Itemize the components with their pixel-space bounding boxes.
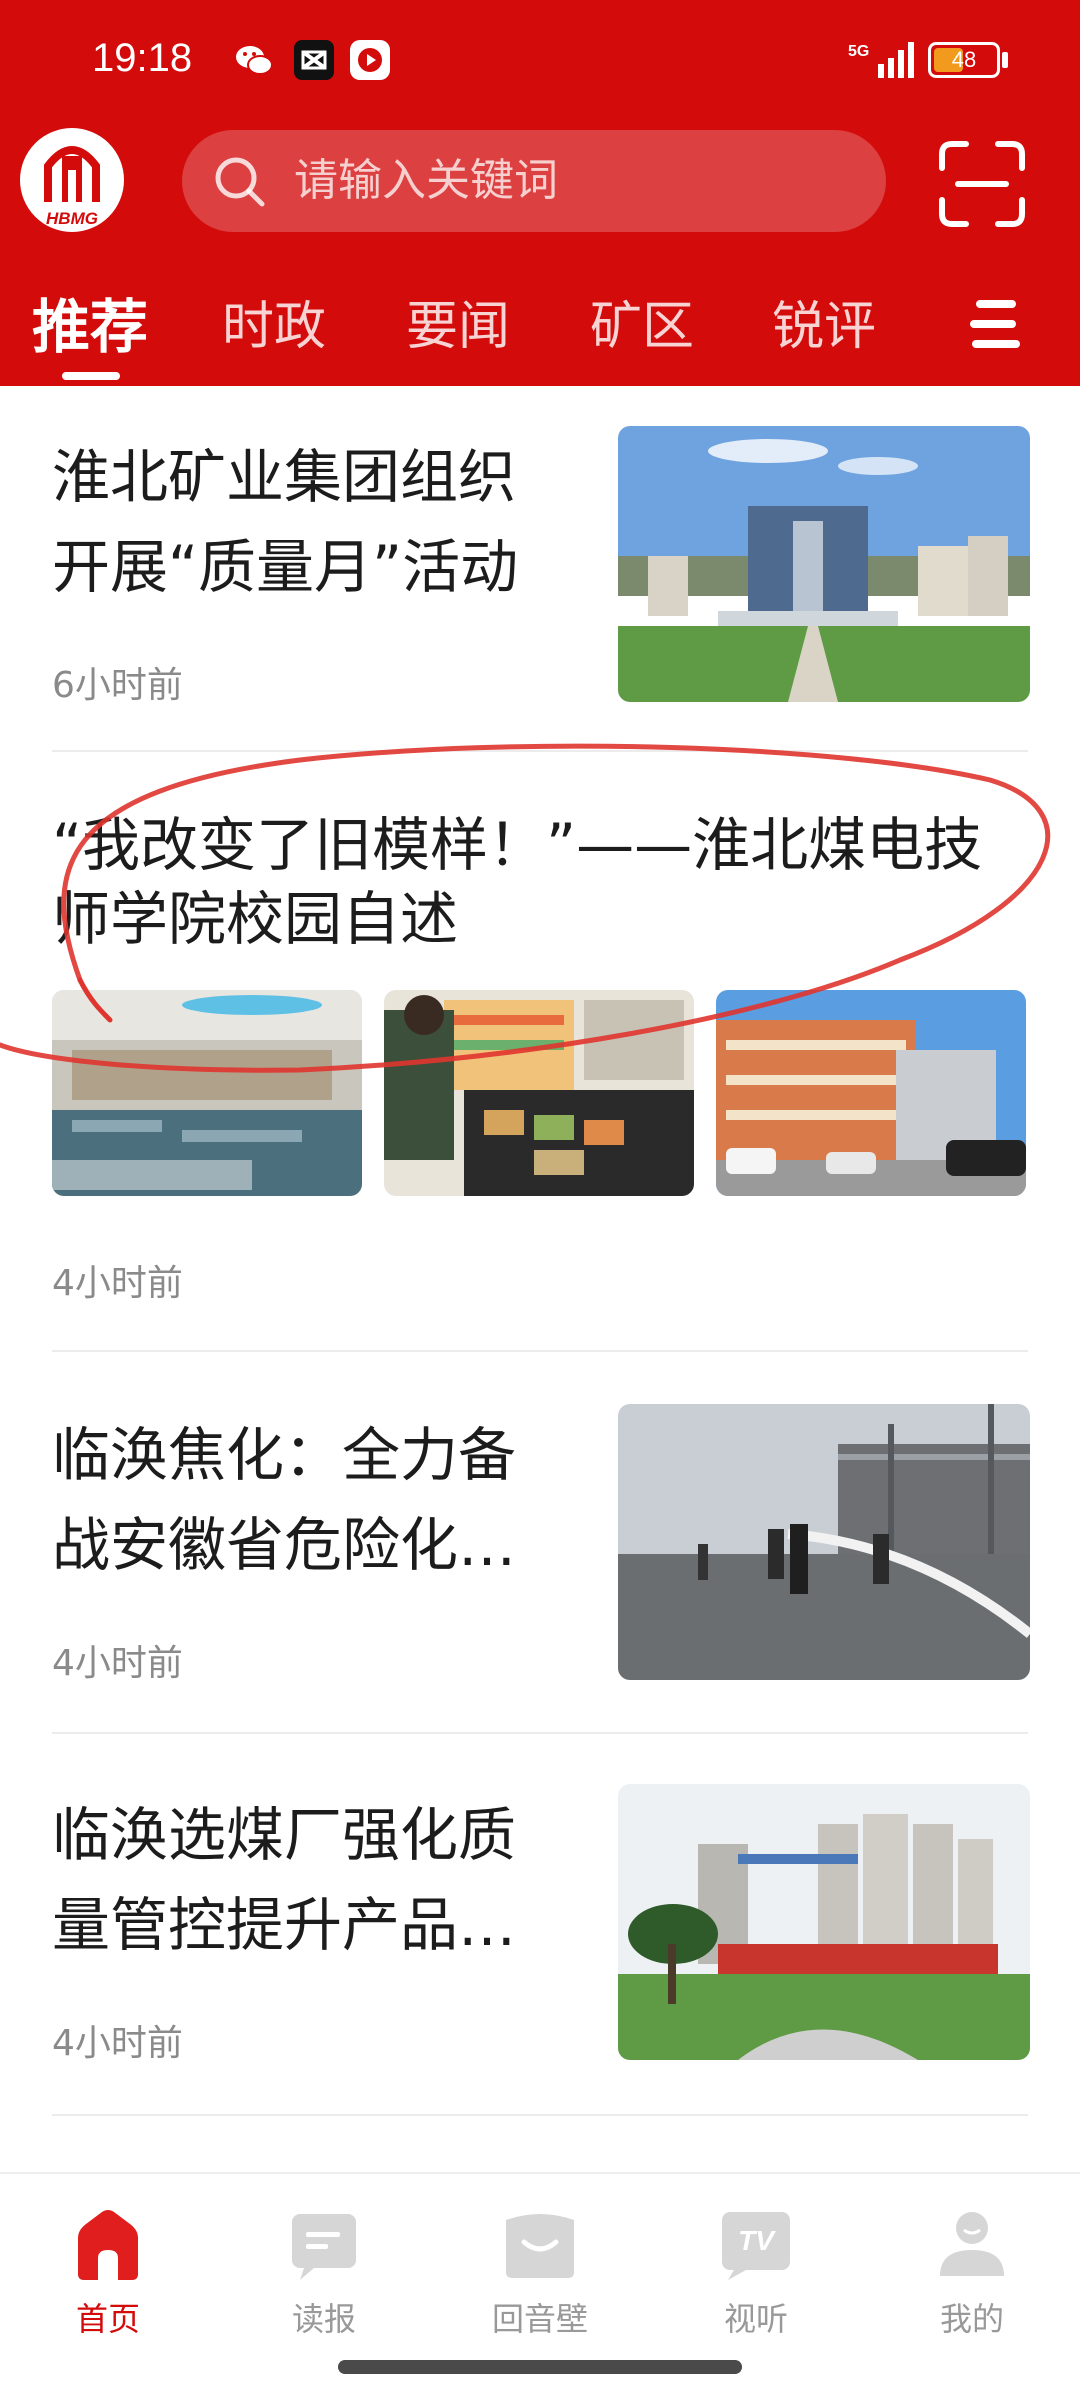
- battery-level: 48: [951, 47, 977, 72]
- nav-home[interactable]: 首页: [38, 2204, 178, 2354]
- article-title-line: 开展“质量月”活动: [52, 533, 519, 601]
- article-title-line: 临涣焦化：全力备: [52, 1421, 517, 1489]
- active-tab-indicator: [62, 372, 120, 380]
- network-label: 5G: [848, 43, 869, 60]
- article-thumbnail-coal-silo[interactable]: [618, 1784, 1030, 2060]
- nav-label: 回音壁: [491, 2300, 588, 2338]
- divider: [52, 750, 1028, 752]
- article-time: 4小时前: [52, 1643, 183, 1684]
- tab-recommend[interactable]: 推荐: [32, 280, 148, 364]
- search-input[interactable]: 请输入关键词: [182, 130, 886, 232]
- echo-wall-icon: [506, 2214, 574, 2278]
- tab-politics[interactable]: 时政: [222, 284, 326, 359]
- status-bar: 19:18 5G 48: [0, 0, 1080, 120]
- article-title-line: 战安徽省危险化…: [52, 1511, 517, 1579]
- tab-commentary[interactable]: 锐评: [772, 284, 876, 359]
- menu-icon[interactable]: [968, 294, 1024, 354]
- divider: [52, 1350, 1028, 1352]
- article-title-line: 临涣选煤厂强化质: [52, 1801, 517, 1869]
- tab-headlines[interactable]: 要闻: [406, 284, 510, 359]
- newspaper-icon: [292, 2214, 356, 2280]
- nav-label: 读报: [291, 2300, 356, 2338]
- category-tabs: 推荐 时政 要闻 矿区 锐评: [0, 280, 1080, 386]
- profile-icon: [940, 2212, 1004, 2276]
- nav-newspaper[interactable]: 读报: [254, 2204, 394, 2354]
- tv-icon: TV: [722, 2212, 790, 2280]
- status-time: 19:18: [92, 36, 193, 80]
- home-icon: [78, 2210, 138, 2280]
- article-time: 6小时前: [52, 665, 183, 706]
- article-thumbnail-office-building[interactable]: [618, 426, 1030, 702]
- article-thumbnail-campus-building[interactable]: [716, 990, 1026, 1196]
- article-thumbnail-canteen[interactable]: [52, 990, 362, 1196]
- divider: [52, 1732, 1028, 1734]
- battery-tip: [1002, 52, 1008, 68]
- battery-indicator: 48: [928, 42, 1000, 78]
- svg-text:TV: TV: [738, 2225, 776, 2256]
- scan-icon[interactable]: [936, 138, 1028, 230]
- article-time: 4小时前: [52, 1263, 183, 1304]
- article-thumbnail-food-counter[interactable]: [384, 990, 694, 1196]
- nav-label: 我的: [939, 2300, 1004, 2338]
- divider: [52, 2114, 1028, 2116]
- wechat-icon: [236, 46, 273, 75]
- hbmg-logo: HBMG: [20, 128, 124, 232]
- search-icon: [215, 157, 265, 207]
- nav-label: 首页: [75, 2300, 140, 2338]
- nav-label: 视听: [723, 2300, 788, 2338]
- article-time: 4小时前: [52, 2023, 183, 2064]
- article-title-line: 量管控提升产品…: [52, 1891, 517, 1959]
- article-title-line: 淮北矿业集团组织: [52, 443, 517, 511]
- app-header: 19:18 5G 48 HBMG 请输入关键词 推荐 时政 要闻 矿区 锐评: [0, 0, 1080, 386]
- search-placeholder: 请输入关键词: [294, 155, 558, 206]
- tab-mining-area[interactable]: 矿区: [590, 284, 694, 359]
- logo-text: HBMG: [46, 209, 98, 228]
- capcut-icon: [294, 40, 334, 80]
- signal-5g-icon: 5G: [848, 42, 914, 78]
- nav-tv[interactable]: TV 视听: [686, 2204, 826, 2354]
- home-indicator[interactable]: [338, 2360, 742, 2374]
- article-title-line: 师学院校园自述: [52, 885, 459, 953]
- nav-profile[interactable]: 我的: [902, 2204, 1042, 2354]
- nav-echo-wall[interactable]: 回音壁: [470, 2204, 610, 2354]
- video-app-icon: [350, 40, 390, 80]
- article-thumbnail-fire-drill[interactable]: [618, 1404, 1030, 1680]
